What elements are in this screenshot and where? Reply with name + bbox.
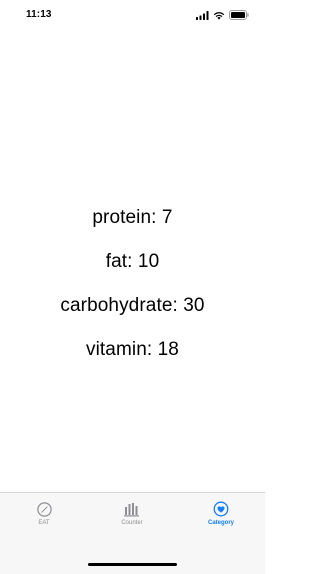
- tab-bar: EAT Counter Category: [0, 492, 265, 574]
- tab-eat[interactable]: EAT: [0, 493, 88, 541]
- tab-eat-label: EAT: [38, 520, 50, 526]
- heart-circle-icon: [212, 500, 230, 518]
- status-time: 11:13: [26, 9, 52, 20]
- status-icons: [196, 9, 249, 21]
- battery-icon: [229, 10, 249, 20]
- wifi-icon: [213, 11, 225, 20]
- tab-category[interactable]: Category: [177, 493, 265, 541]
- nutrient-carbohydrate-label: carbohydrate: 30: [60, 295, 205, 316]
- tab-counter[interactable]: Counter: [88, 493, 176, 541]
- compass-icon: [35, 500, 53, 518]
- nutrient-vitamin: vitamin: 18: [0, 328, 265, 372]
- tab-counter-label: Counter: [121, 520, 143, 526]
- tab-category-label: Category: [207, 520, 234, 526]
- status-bar: 11:13: [0, 0, 265, 30]
- nutrient-vitamin-label: vitamin: 18: [86, 339, 179, 360]
- nutrient-fat: fat: 10: [0, 240, 265, 284]
- home-indicator: [88, 563, 177, 566]
- nutrient-fat-label: fat: 10: [105, 251, 160, 272]
- bar-chart-icon: [123, 500, 141, 518]
- nutrient-protein-label: protein: 7: [92, 207, 173, 228]
- nutrient-carbohydrate: carbohydrate: 30: [0, 284, 265, 328]
- signal-icon: [196, 10, 209, 20]
- nutrient-protein: protein: 7: [0, 196, 265, 240]
- nutrient-list: protein: 7 fat: 10 carbohydrate: 30 vita…: [0, 196, 265, 372]
